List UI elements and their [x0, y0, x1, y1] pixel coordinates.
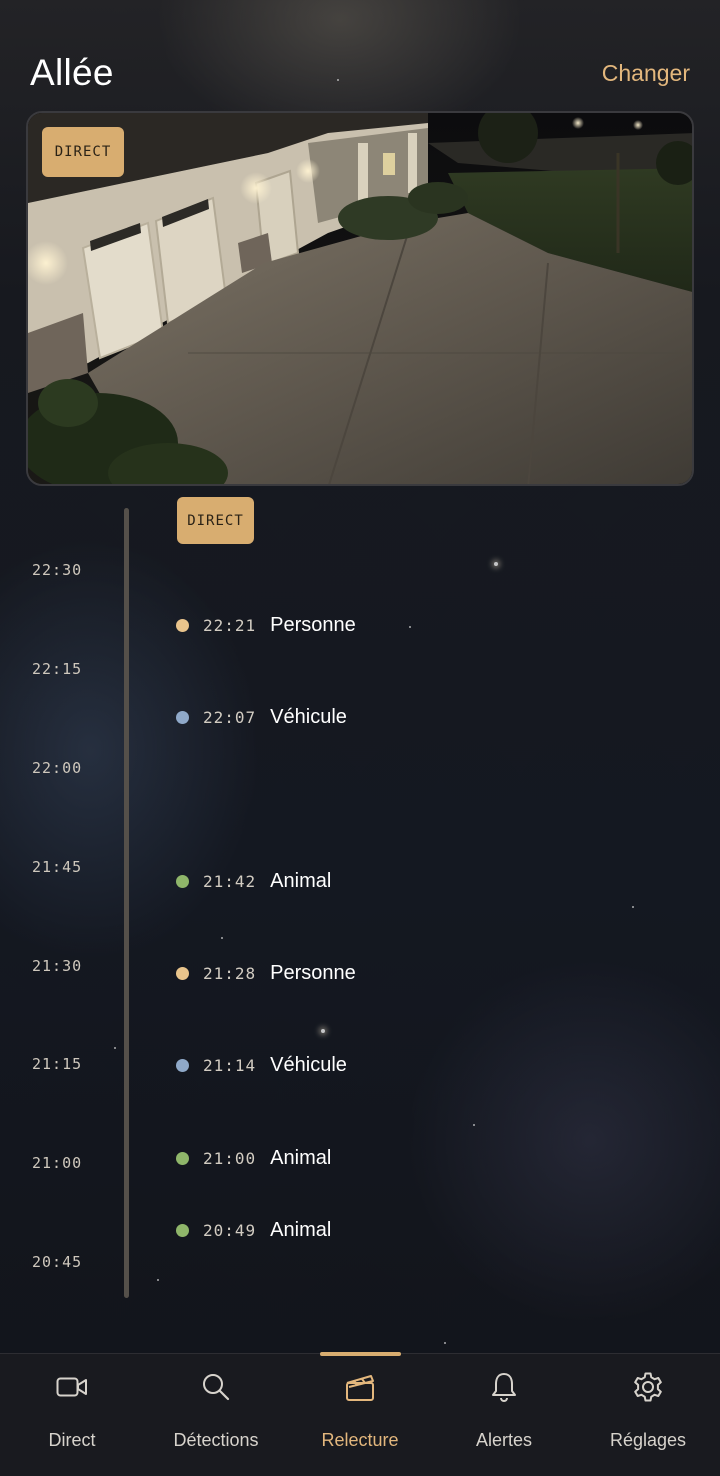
tab-label: Détections [173, 1430, 259, 1450]
tab-alertes[interactable]: Alertes [432, 1354, 576, 1476]
event-label: Animal [270, 869, 332, 892]
event-label: Animal [270, 1146, 332, 1169]
tab-relecture[interactable]: Relecture [288, 1354, 432, 1476]
bell-icon [487, 1370, 521, 1404]
event-row[interactable]: 22:21 Personne [176, 610, 356, 640]
event-type-dot [176, 1058, 189, 1072]
live-video-feed[interactable]: DIRECT [26, 111, 694, 486]
gear-icon [631, 1370, 665, 1404]
event-label: Personne [270, 961, 356, 984]
star-decoration [473, 1124, 475, 1126]
event-label: Véhicule [270, 705, 347, 728]
event-type-dot [176, 874, 189, 888]
event-row[interactable]: 21:28 Personne [176, 958, 356, 988]
event-row[interactable]: 21:14 Véhicule [176, 1050, 347, 1080]
event-row[interactable]: 20:49 Animal [176, 1215, 331, 1245]
star-decoration [494, 562, 498, 566]
event-time: 21:00 [203, 1148, 257, 1168]
timeline-tick-label: 20:45 [32, 1253, 83, 1271]
event-label: Personne [270, 613, 356, 636]
star-decoration [321, 1029, 325, 1033]
tab-label: Direct [48, 1430, 96, 1450]
event-row[interactable]: 22:07 Véhicule [176, 702, 347, 732]
star-decoration [632, 906, 634, 908]
timeline-tick-label: 21:30 [32, 957, 83, 975]
timeline-scrubber-track[interactable] [124, 508, 129, 1298]
tab-label: Réglages [609, 1430, 687, 1450]
event-time: 20:49 [203, 1220, 257, 1240]
timeline-tick-label: 21:15 [32, 1055, 83, 1073]
tab-detections[interactable]: Détections [144, 1354, 288, 1476]
event-type-dot [176, 618, 189, 632]
event-type-dot [176, 1223, 189, 1237]
timeline-tick-label: 22:00 [32, 759, 83, 777]
tab-reglages[interactable]: Réglages [576, 1354, 720, 1476]
event-type-dot [176, 710, 189, 724]
timeline-tick-label: 22:30 [32, 561, 83, 579]
star-decoration [157, 1279, 159, 1281]
event-time: 21:14 [203, 1055, 257, 1075]
driveway-camera-image [28, 113, 692, 484]
search-icon [199, 1370, 233, 1404]
event-time: 21:42 [203, 871, 257, 891]
bottom-tab-bar: Direct Détections Relecture Alertes Régl… [0, 1352, 720, 1476]
star-decoration [444, 1342, 446, 1344]
tab-label: Relecture [321, 1430, 399, 1450]
video-camera-icon [55, 1370, 89, 1404]
camera-title: Allée [30, 52, 114, 93]
timeline-live-button[interactable]: DIRECT [177, 497, 254, 544]
star-decoration [221, 937, 223, 939]
event-row[interactable]: 21:42 Animal [176, 866, 331, 896]
timeline-tick-label: 21:00 [32, 1154, 83, 1172]
change-camera-button[interactable]: Changer [602, 60, 690, 87]
event-time: 21:28 [203, 963, 257, 983]
clapperboard-icon [343, 1370, 377, 1404]
event-type-dot [176, 966, 189, 980]
event-label: Animal [270, 1218, 332, 1241]
event-label: Véhicule [270, 1053, 347, 1076]
event-time: 22:07 [203, 707, 257, 727]
tab-label: Alertes [475, 1430, 533, 1450]
star-decoration [409, 626, 411, 628]
tab-direct[interactable]: Direct [0, 1354, 144, 1476]
header: Allée Changer [0, 0, 720, 110]
star-decoration [114, 1047, 116, 1049]
event-time: 22:21 [203, 615, 257, 635]
event-row[interactable]: 21:00 Animal [176, 1143, 331, 1173]
event-type-dot [176, 1151, 189, 1165]
live-badge: DIRECT [42, 127, 124, 177]
timeline-tick-label: 22:15 [32, 660, 83, 678]
timeline-tick-label: 21:45 [32, 858, 83, 876]
